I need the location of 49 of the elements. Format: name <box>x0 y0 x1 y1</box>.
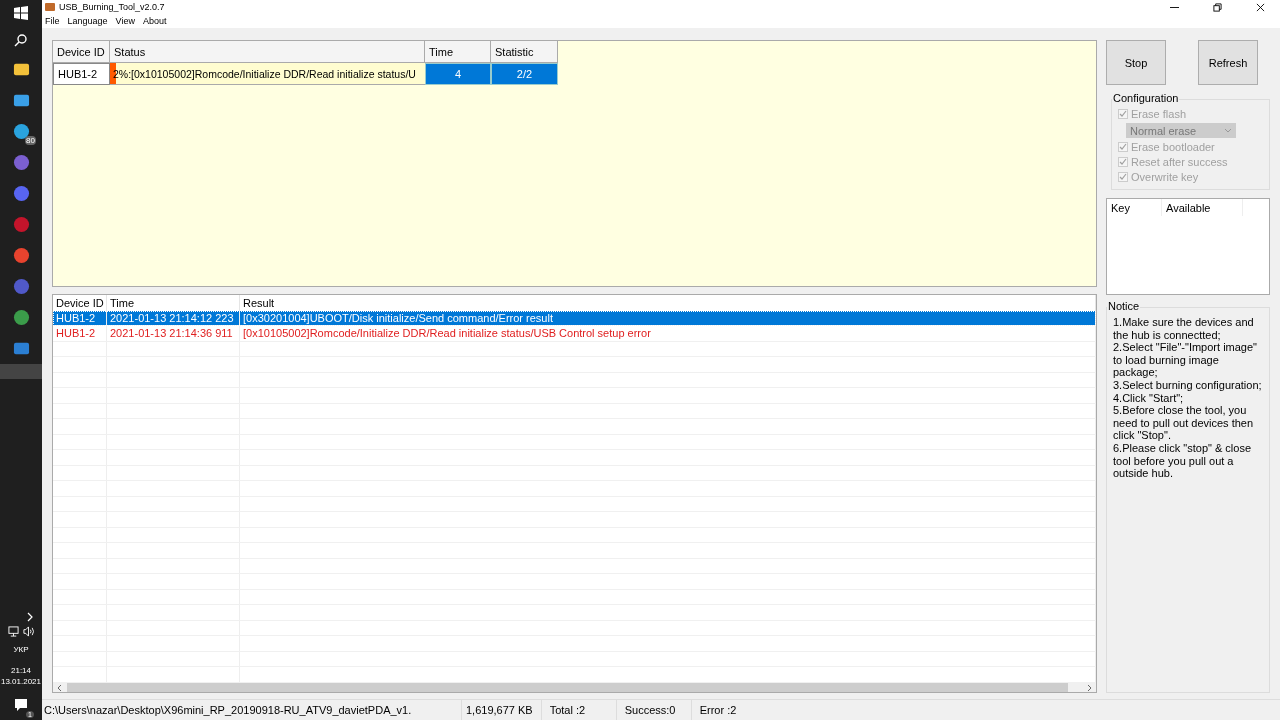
table-cell: HUB1-2 <box>53 326 107 341</box>
action-button[interactable]: Stop <box>1106 40 1166 85</box>
checkbox-label: Overwrite key <box>1131 171 1199 183</box>
table-cell: HUB1-2 <box>53 310 107 325</box>
app-badge: 80 <box>25 136 36 145</box>
image-size: 1,619,677 KB <box>462 700 542 720</box>
group-title: Notice <box>1107 300 1141 312</box>
table-cell: 2021-01-13 21:14:12 223 <box>107 310 240 325</box>
notice-text: 1.Make sure the devices and the hub is connectted; <box>1113 316 1255 342</box>
clock-time[interactable]: 21:14 <box>11 666 31 675</box>
error-count: Error :2 <box>698 703 738 718</box>
taskbar-app[interactable]: 80 <box>0 116 42 147</box>
column-header[interactable]: Device ID <box>53 41 110 63</box>
log-row[interactable]: HUB1-2 2021-01-13 21:14:36 911 [0x10105002]Romcode/Initialize DDR/Read initialize status/USB Control setup error <box>53 326 1096 342</box>
menu-item[interactable]: Language <box>67 16 108 26</box>
checkbox-label: Erase flash <box>1131 108 1187 120</box>
log-row[interactable]: HUB1-2 2021-01-13 21:14:12 223 [0x30201004]UBOOT/Disk initialize/Send command/Error result <box>53 310 1096 326</box>
checkbox-label: Erase bootloader <box>1131 141 1215 153</box>
window-title: USB_Burning_Tool_v2.0.7 <box>59 2 165 12</box>
column-header[interactable]: Status <box>110 41 425 63</box>
notice-text: 6.Please click "stop" & close tool before you pull out a outside hub. <box>1113 441 1253 480</box>
column-header[interactable]: Result <box>240 295 1096 311</box>
notice-text: 5.Before close the tool, you need to pull out devices then click "Stop". <box>1113 404 1255 442</box>
table-cell: 2/2 <box>491 63 558 85</box>
menu-item[interactable]: About <box>142 16 167 26</box>
table-cell: [0x10105002]Romcode/Initialize DDR/Read initialize status/USB Control setup error <box>240 326 1096 341</box>
table-cell: HUB1-2 <box>53 63 110 85</box>
table-cell: 2021-01-13 21:14:36 911 <box>107 326 240 341</box>
column-header[interactable]: Statistic <box>491 41 558 63</box>
column-header[interactable]: Device ID <box>53 295 107 311</box>
image-path: C:\Users\nazar\Desktop\X96mini_RP_20190918-RU_ATV9_davietPDA_v1. <box>42 700 462 720</box>
action-button[interactable]: Refresh <box>1198 40 1258 85</box>
success-count: Success:0 <box>616 700 692 720</box>
notice-text: 2.Select "File"-"Import image" to load burning image package; <box>1113 341 1258 379</box>
menu-item[interactable]: File <box>45 16 60 26</box>
clock-date[interactable]: 13.01.2021 <box>0 677 41 686</box>
checkbox-label: Reset after success <box>1131 156 1228 168</box>
language-indicator[interactable]: УКР <box>13 645 29 654</box>
total-count: Total :2 <box>541 700 617 720</box>
table-cell: 4 <box>425 63 491 85</box>
column-header[interactable]: Time <box>425 41 491 63</box>
group-title: Configuration <box>1112 92 1180 104</box>
column-header[interactable]: Available <box>1162 199 1243 216</box>
table-cell: [0x30201004]UBOOT/Disk initialize/Send command/Error result <box>240 310 1096 325</box>
notice-text: 3.Select burning configuration; <box>1113 378 1263 392</box>
column-header[interactable]: Time <box>107 295 240 311</box>
notice-text: 4.Click "Start"; <box>1113 391 1185 405</box>
column-header[interactable]: Key <box>1107 199 1162 216</box>
menu-item[interactable]: View <box>115 16 135 26</box>
